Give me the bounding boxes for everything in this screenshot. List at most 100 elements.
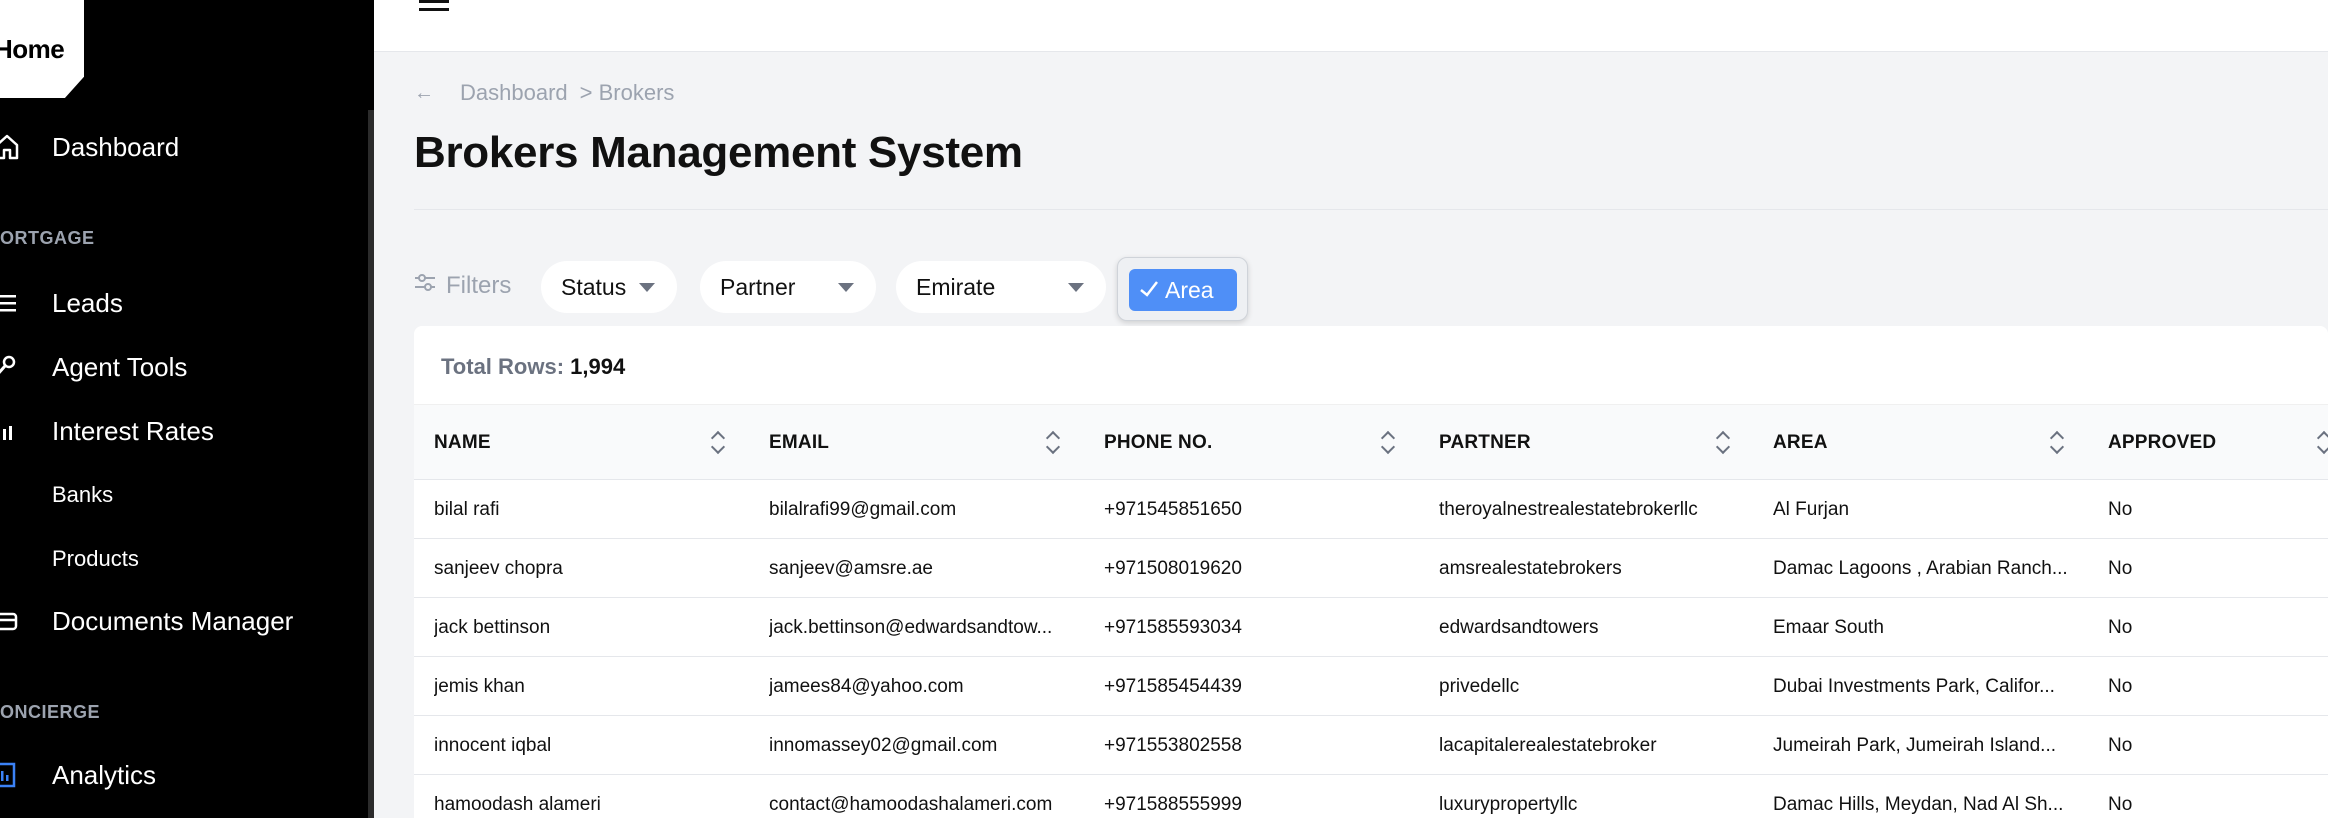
column-label: PARTNER: [1439, 432, 1531, 453]
cell-approved: No: [2108, 675, 2133, 697]
cell-phone: +971588555999: [1104, 793, 1242, 815]
column-label: PHONE NO.: [1104, 432, 1213, 453]
cell-partner: theroyalnestrealestatebrokerllc: [1439, 498, 1698, 520]
column-header-area[interactable]: AREA: [1773, 405, 1828, 481]
cell-phone: +971585593034: [1104, 616, 1242, 638]
column-header-approved[interactable]: APPROVED: [2108, 405, 2216, 481]
column-label: EMAIL: [769, 432, 830, 453]
bar-chart-icon: [0, 416, 22, 446]
table-row[interactable]: sanjeev chopra sanjeev@amsre.ae +971508019…: [414, 539, 2328, 598]
total-rows: Total Rows: 1,994: [441, 354, 625, 380]
sidebar-item-label: Dashboard: [52, 131, 180, 162]
area-filter-label: Area: [1165, 276, 1214, 303]
table-header: NAME EMAIL PHONE NO. PARTNER AREA APPROV…: [414, 404, 2328, 480]
cell-email: jamees84@yahoo.com: [769, 675, 964, 697]
cell-email: bilalrafi99@gmail.com: [769, 498, 957, 520]
column-header-name[interactable]: NAME: [434, 405, 491, 481]
column-header-partner[interactable]: PARTNER: [1439, 405, 1531, 481]
column-header-phone[interactable]: PHONE NO.: [1104, 405, 1212, 481]
emirate-filter[interactable]: Emirate: [896, 261, 1106, 313]
folder-icon: [0, 606, 22, 636]
divider: [414, 209, 2328, 210]
cell-partner: privedellc: [1439, 675, 1520, 697]
sidebar-item-label: Analytics: [52, 759, 157, 790]
cell-email: innomassey02@gmail.com: [769, 734, 998, 756]
cell-partner: lacapitalerealestatebroker: [1439, 734, 1657, 756]
cell-name: bilal rafi: [434, 498, 500, 520]
sidebar-item-label: Leads: [52, 287, 123, 318]
cell-area: Damac Hills, Meydan, Nad Al Sh...: [1773, 793, 2064, 815]
sidebar-item-label: Agent Tools: [52, 351, 188, 382]
cell-phone: +971508019620: [1104, 557, 1242, 579]
table-row[interactable]: jemis khan jamees84@yahoo.com +97158545443…: [414, 657, 2328, 716]
sort-icon[interactable]: [2316, 429, 2328, 457]
sort-icon[interactable]: [710, 429, 724, 457]
chevron-down-icon: [838, 283, 854, 292]
emirate-filter-label: Emirate: [916, 273, 996, 300]
cell-approved: No: [2108, 557, 2133, 579]
sort-icon[interactable]: [2049, 429, 2063, 457]
back-arrow-icon[interactable]: ←: [414, 82, 434, 105]
cell-email: jack.bettinson@edwardsandtow...: [769, 616, 1053, 638]
cell-approved: No: [2108, 616, 2133, 638]
sliders-icon: [414, 272, 436, 300]
cell-name: jemis khan: [434, 675, 525, 697]
breadcrumb-dashboard[interactable]: Dashboard: [460, 80, 568, 106]
column-label: AREA: [1773, 432, 1828, 453]
topbar: [374, 0, 2328, 52]
cell-name: hamoodash alameri: [434, 793, 601, 815]
cell-partner: amsrealestatebrokers: [1439, 557, 1622, 579]
area-filter-toggle[interactable]: Area: [1129, 269, 1237, 311]
cell-phone: +971553802558: [1104, 734, 1242, 756]
status-filter[interactable]: Status: [541, 261, 677, 313]
sort-icon[interactable]: [1715, 429, 1729, 457]
total-rows-value: 1,994: [570, 354, 626, 379]
analytics-icon: [0, 760, 22, 790]
table-row[interactable]: jack bettinson jack.bettinson@edwardsandt…: [414, 598, 2328, 657]
sidebar-scrollbar[interactable]: [368, 110, 374, 818]
sidebar-item-label: Documents Manager: [52, 605, 294, 636]
home-logo[interactable]: Home: [0, 0, 84, 98]
column-header-email[interactable]: EMAIL: [769, 405, 829, 481]
menu-icon[interactable]: [419, 0, 453, 16]
total-rows-label: Total Rows:: [441, 354, 565, 379]
filters-text: Filters: [446, 272, 512, 299]
area-filter-popover: Area: [1117, 257, 1248, 321]
cell-partner: edwardsandtowers: [1439, 616, 1599, 638]
partner-filter-label: Partner: [720, 273, 796, 300]
check-icon: [1139, 277, 1159, 304]
cell-area: Al Furjan: [1773, 498, 1850, 520]
cell-email: contact@hamoodashalameri.com: [769, 793, 1053, 815]
table-row[interactable]: hamoodash alameri contact@hamoodashalamer…: [414, 775, 2328, 818]
brokers-table-card: Total Rows: 1,994 NAME EMAIL PHONE NO. P…: [414, 326, 2328, 818]
filters-label: Filters: [414, 272, 511, 300]
cell-area: Jumeirah Park, Jumeirah Island...: [1773, 734, 2057, 756]
cell-phone: +971585454439: [1104, 675, 1242, 697]
sidebar-section-concierge: ONCIERGE: [0, 702, 101, 722]
cell-approved: No: [2108, 498, 2133, 520]
cell-name: jack bettinson: [434, 616, 551, 638]
page-title: Brokers Management System: [414, 128, 1023, 177]
cell-name: innocent iqbal: [434, 734, 552, 756]
breadcrumb: ← Dashboard > Brokers: [414, 80, 674, 106]
sort-icon[interactable]: [1380, 429, 1394, 457]
cell-partner: luxurypropertyllc: [1439, 793, 1578, 815]
sort-icon[interactable]: [1045, 429, 1059, 457]
chevron-down-icon: [639, 283, 655, 292]
logo-text: Home: [0, 34, 65, 64]
cell-name: sanjeev chopra: [434, 557, 563, 579]
sidebar-section-mortgage: ORTGAGE: [0, 228, 95, 248]
table-row[interactable]: bilal rafi bilalrafi99@gmail.com +97154585…: [414, 480, 2328, 539]
list-icon: [0, 288, 22, 318]
sidebar: Home Dashboard ORTGAGE Leads Agent Tools…: [0, 0, 374, 818]
home-icon: [0, 132, 22, 162]
sidebar-item-label: Interest Rates: [52, 415, 214, 446]
cell-area: Damac Lagoons , Arabian Ranch...: [1773, 557, 2068, 579]
cell-area: Dubai Investments Park, Califor...: [1773, 675, 2055, 697]
partner-filter[interactable]: Partner: [700, 261, 876, 313]
sidebar-item-label: Products: [52, 546, 139, 571]
sidebar-item-label: Banks: [52, 482, 114, 507]
chevron-down-icon: [1068, 283, 1084, 292]
cell-area: Emaar South: [1773, 616, 1884, 638]
table-row[interactable]: innocent iqbal innomassey02@gmail.com +971…: [414, 716, 2328, 775]
